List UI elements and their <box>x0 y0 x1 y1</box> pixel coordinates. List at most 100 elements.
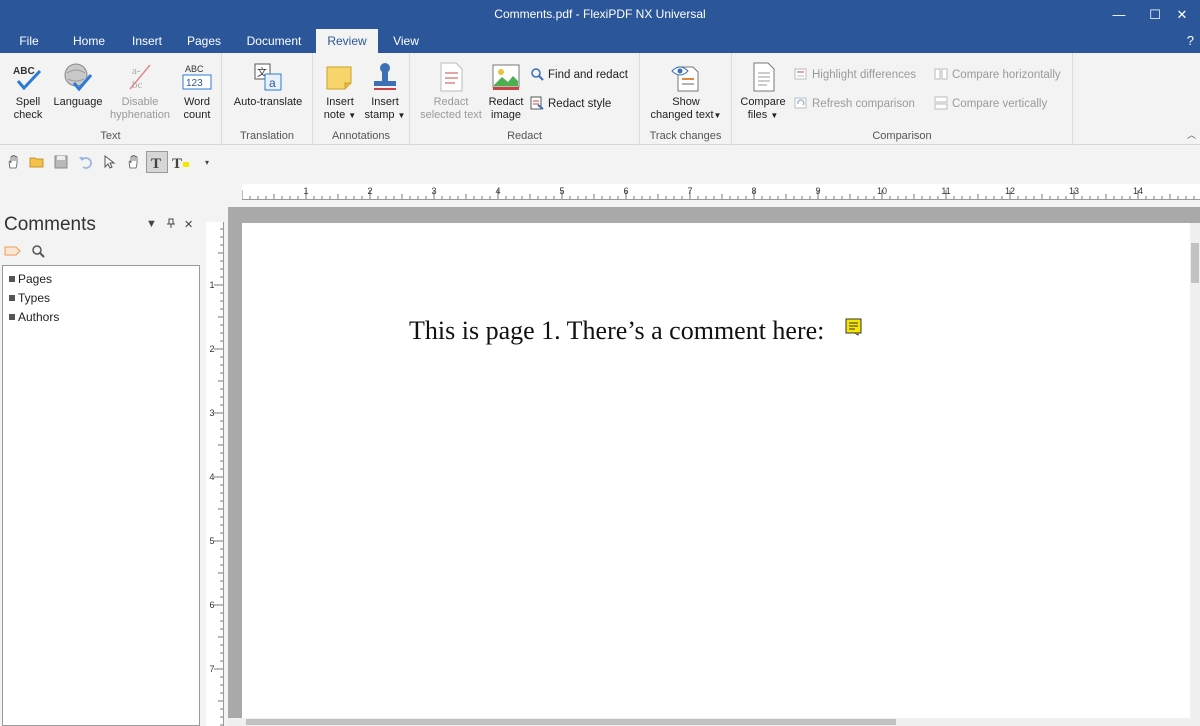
text-tool-icon[interactable]: T <box>146 151 168 173</box>
compare-vertically-button[interactable]: Compare vertically <box>934 94 1047 114</box>
text-highlight-icon[interactable]: T <box>170 151 192 173</box>
horizontal-scrollbar[interactable] <box>228 718 1190 726</box>
ruler-mark: 2 <box>367 186 372 196</box>
pane-dropdown-icon[interactable]: ▼ <box>146 218 157 230</box>
open-folder-icon[interactable] <box>26 151 48 173</box>
find-and-redact-label: Find and redact <box>548 69 628 81</box>
auto-translate-button[interactable]: 文a Auto-translate <box>228 61 308 109</box>
collapse-ribbon-icon[interactable]: ︿ <box>1187 128 1196 141</box>
ribbon-tabs: File Home Insert Pages Document Review V… <box>0 29 1200 53</box>
redact-style-icon <box>530 96 544 110</box>
ruler-mark: 7 <box>209 664 214 674</box>
svg-text:a: a <box>269 76 276 90</box>
close-pane-icon[interactable]: ✕ <box>184 218 193 231</box>
undo-icon[interactable] <box>74 151 96 173</box>
redact-image-button[interactable]: Redact image <box>486 61 526 122</box>
group-comparison-label: Comparison <box>872 130 932 142</box>
globe-check-icon <box>62 61 94 93</box>
search-icon[interactable] <box>31 244 46 261</box>
group-redact: Redact selected text Redact image Find a… <box>410 53 640 145</box>
close-button[interactable]: ✕ <box>1164 0 1200 29</box>
comments-pane-title: Comments <box>4 214 96 235</box>
rows-icon <box>934 96 948 110</box>
help-button[interactable]: ? <box>1187 29 1194 53</box>
pin-icon[interactable] <box>166 218 176 232</box>
expand-icon <box>9 294 15 301</box>
tree-item-pages[interactable]: Pages <box>9 272 52 286</box>
document-view[interactable]: This is page 1. There’s a comment here: <box>228 207 1200 726</box>
compare-files-button[interactable]: Compare files ▼ <box>738 61 788 122</box>
disable-hyphenation-label-2: hyphenation <box>110 109 170 121</box>
compare-horizontally-button[interactable]: Compare horizontally <box>934 65 1061 85</box>
magnifier-icon <box>530 67 544 81</box>
redact-style-label: Redact style <box>548 98 612 110</box>
highlight-differences-button[interactable]: Highlight differences <box>794 65 916 85</box>
ruler-mark: 14 <box>1133 186 1143 196</box>
pdf-page[interactable]: This is page 1. There’s a comment here: <box>242 223 1190 726</box>
ruler-mark: 11 <box>941 186 950 196</box>
redact-selected-text-label-1: Redact <box>433 96 469 108</box>
redact-text-icon <box>435 61 467 93</box>
show-changed-text-label-1: Show <box>672 96 700 108</box>
comments-pane: Comments ▼ ✕ Pages Types Authors <box>0 208 202 726</box>
spell-check-button[interactable]: ABC Spell check <box>6 61 50 122</box>
tab-file[interactable]: File <box>8 29 50 53</box>
refresh-comparison-label: Refresh comparison <box>812 98 915 110</box>
ruler-mark: 3 <box>209 408 214 418</box>
insert-note-label-1: Insert <box>326 96 354 108</box>
comment-note-icon[interactable] <box>845 318 862 336</box>
horizontal-scroll-thumb[interactable] <box>246 719 896 725</box>
save-icon[interactable] <box>50 151 72 173</box>
disable-hyphenation-button[interactable]: a-bc Disable hyphenation <box>106 61 174 122</box>
language-label: Language <box>53 96 103 108</box>
comment-filter-icon[interactable] <box>4 244 22 261</box>
refresh-comparison-button[interactable]: Refresh comparison <box>794 94 915 114</box>
group-text-label: Text <box>100 130 121 142</box>
horizontal-ruler: 1 2 3 4 5 6 7 8 9 10 11 12 13 14 <box>242 184 1200 200</box>
expand-icon <box>9 313 15 320</box>
word-count-button[interactable]: ABC 123 Word count <box>176 61 218 122</box>
tab-view[interactable]: View <box>384 29 428 53</box>
redact-image-label-2: image <box>491 109 521 121</box>
spell-check-label-1: Spell <box>15 96 41 108</box>
show-changed-text-button[interactable]: Show changed text▼ <box>644 61 728 122</box>
svg-text:T: T <box>151 156 161 169</box>
customize-toolbar-icon[interactable]: ▾ <box>196 151 218 173</box>
redact-image-label-1: Redact <box>488 96 524 108</box>
select-arrow-icon[interactable] <box>98 151 120 173</box>
insert-note-button[interactable]: Insert note ▼ <box>319 61 361 122</box>
ruler-mark: 4 <box>495 186 500 196</box>
ruler-mark: 10 <box>877 186 887 196</box>
tree-item-types[interactable]: Types <box>9 291 50 305</box>
hand-pan-icon[interactable] <box>122 151 144 173</box>
group-text: ABC Spell check Language a-bc Disable hy… <box>0 53 222 145</box>
chevron-down-icon: ▼ <box>770 111 779 120</box>
compare-files-icon <box>747 61 779 93</box>
vertical-scroll-thumb[interactable] <box>1191 243 1199 283</box>
group-track-changes: Show changed text▼ Track changes <box>640 53 732 145</box>
tab-insert[interactable]: Insert <box>122 29 172 53</box>
find-and-redact-button[interactable]: Find and redact <box>530 65 628 85</box>
tree-item-authors[interactable]: Authors <box>9 310 59 324</box>
tab-pages[interactable]: Pages <box>180 29 228 53</box>
group-annotations: Insert note ▼ Insert stamp ▼ Annotations <box>313 53 410 145</box>
vertical-scrollbar[interactable] <box>1190 223 1200 726</box>
note-icon <box>324 61 356 93</box>
ruler-mark: 1 <box>303 186 308 196</box>
spell-check-label-2: check <box>13 109 43 121</box>
hand-tool-icon[interactable] <box>2 151 24 173</box>
tab-document[interactable]: Document <box>238 29 310 53</box>
group-redact-label: Redact <box>507 130 542 142</box>
svg-text:123: 123 <box>186 78 203 89</box>
tab-review[interactable]: Review <box>316 29 378 53</box>
page-text[interactable]: This is page 1. There’s a comment here: <box>409 316 824 346</box>
compare-files-label-2: files <box>747 109 768 121</box>
redact-style-button[interactable]: Redact style <box>530 94 611 114</box>
language-button[interactable]: Language <box>50 61 106 109</box>
insert-stamp-button[interactable]: Insert stamp ▼ <box>363 61 407 122</box>
ruler-mark: 3 <box>431 186 436 196</box>
tab-home[interactable]: Home <box>64 29 114 53</box>
minimize-button[interactable]: — <box>1101 0 1137 29</box>
redact-selected-text-button[interactable]: Redact selected text <box>416 61 486 122</box>
disable-hyphenation-label-1: Disable <box>121 96 159 108</box>
